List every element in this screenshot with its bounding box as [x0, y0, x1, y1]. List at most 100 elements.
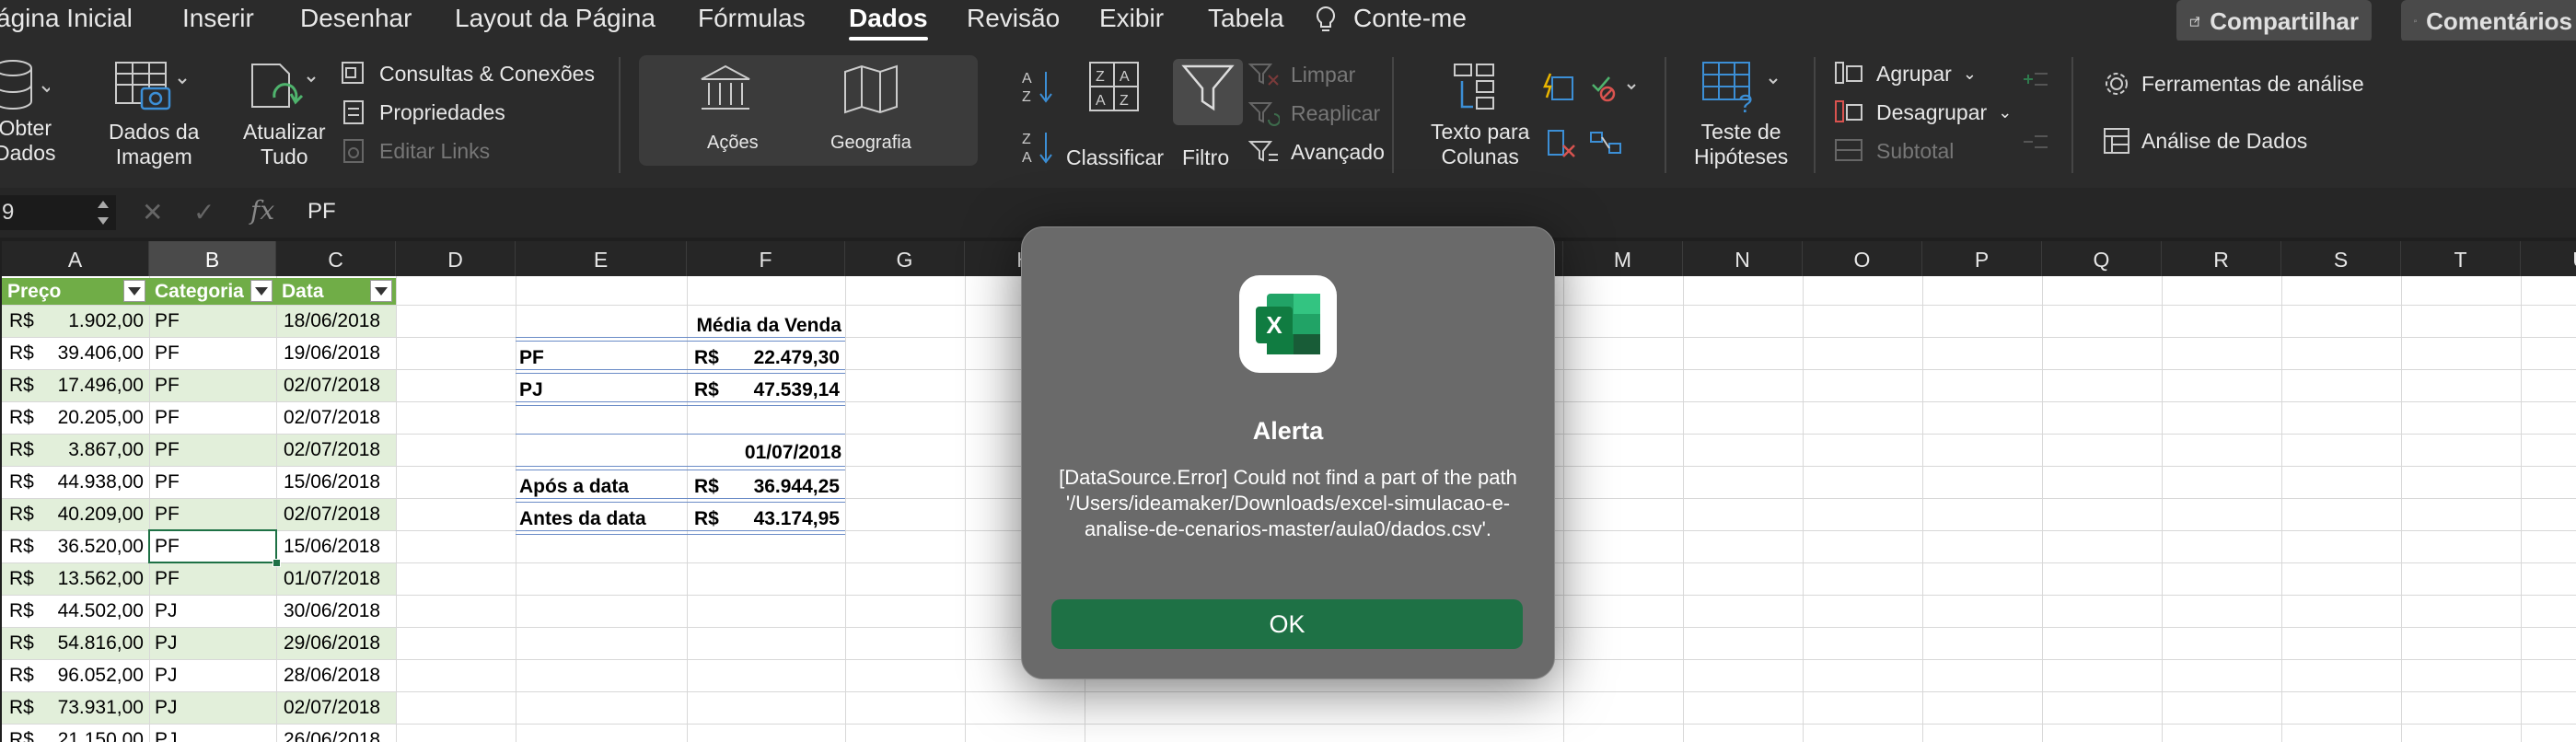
price-cell[interactable]: 73.931,00 [39, 691, 144, 724]
table-header-preco[interactable]: Preço [2, 278, 149, 305]
column-header-d[interactable]: D [396, 241, 516, 276]
hide-detail-button[interactable] [2022, 133, 2049, 156]
text-to-columns-button[interactable]: Texto para Colunas [1425, 61, 1536, 175]
column-header-r[interactable]: R [2162, 241, 2281, 276]
advanced-filter-button[interactable]: Avançado [1248, 138, 1385, 166]
category-cell[interactable]: PJ [155, 595, 178, 627]
remove-duplicates-button[interactable] [1547, 129, 1580, 165]
category-cell[interactable]: PF [155, 401, 180, 434]
price-cell[interactable]: 44.502,00 [39, 595, 144, 627]
ok-button[interactable]: OK [1051, 599, 1523, 649]
tab-conte-me[interactable]: Conte-me [1353, 4, 1467, 33]
subtotal-button[interactable]: Subtotal [1834, 138, 1954, 164]
price-cell[interactable]: 3.867,00 [39, 434, 144, 466]
geography-button[interactable]: Geografia [819, 64, 930, 157]
column-header-o[interactable]: O [1803, 241, 1922, 276]
reapply-button[interactable]: Reaplicar [1248, 99, 1380, 127]
price-currency-cell[interactable]: R$ [9, 691, 34, 724]
category-cell[interactable]: PJ [155, 724, 178, 742]
sort-za-button[interactable]: ZA [1022, 129, 1055, 170]
sort-az-button[interactable]: AZ [1022, 68, 1055, 110]
get-data-button[interactable]: Obter Dados [0, 59, 66, 173]
tab-exibir[interactable]: Exibir [1099, 4, 1164, 33]
ungroup-button[interactable]: Desagrupar ⌄ [1834, 99, 2012, 125]
table-header-categoria[interactable]: Categoria [149, 278, 276, 305]
filter-dropdown-button[interactable] [370, 280, 392, 302]
price-currency-cell[interactable]: R$ [9, 401, 34, 434]
category-cell[interactable]: PF [155, 498, 180, 530]
price-currency-cell[interactable]: R$ [9, 530, 34, 562]
filter-dropdown-button[interactable] [250, 280, 273, 302]
column-header-u[interactable]: U [2521, 241, 2576, 276]
date-cell[interactable]: 02/07/2018 [284, 498, 380, 530]
sort-button[interactable]: Z A A Z Classificar [1066, 61, 1167, 171]
category-cell[interactable]: PF [155, 337, 180, 369]
comments-button[interactable]: Comentários [2401, 0, 2576, 42]
price-cell[interactable]: 44.938,00 [39, 466, 144, 498]
price-currency-cell[interactable]: R$ [9, 562, 34, 595]
filter-button[interactable]: Filtro [1173, 61, 1245, 171]
column-header-c[interactable]: C [276, 241, 396, 276]
column-header-b[interactable]: B [149, 241, 276, 276]
cancel-entry-icon[interactable]: ✕ [142, 197, 163, 227]
fill-handle[interactable] [273, 559, 281, 567]
column-header-e[interactable]: E [516, 241, 687, 276]
column-header-a[interactable]: A [2, 241, 149, 276]
stocks-button[interactable]: Ações [676, 64, 777, 157]
filter-dropdown-button[interactable] [123, 280, 145, 302]
date-cell[interactable]: 02/07/2018 [284, 369, 380, 401]
properties-button[interactable]: Propriedades [341, 99, 505, 125]
category-cell[interactable]: PF [155, 305, 180, 337]
tab-layout-da-pagina[interactable]: Layout da Página [455, 4, 656, 33]
category-cell[interactable]: PJ [155, 627, 178, 659]
price-cell[interactable]: 54.816,00 [39, 627, 144, 659]
date-cell[interactable]: 02/07/2018 [284, 691, 380, 724]
price-cell[interactable]: 39.406,00 [39, 337, 144, 369]
price-currency-cell[interactable]: R$ [9, 659, 34, 691]
confirm-entry-icon[interactable]: ✓ [193, 197, 215, 227]
price-cell[interactable]: 13.562,00 [39, 562, 144, 595]
price-currency-cell[interactable]: R$ [9, 595, 34, 627]
price-currency-cell[interactable]: R$ [9, 434, 34, 466]
date-cell[interactable]: 18/06/2018 [284, 305, 380, 337]
price-cell[interactable]: 96.052,00 [39, 659, 144, 691]
tab-desenhar[interactable]: Desenhar [300, 4, 412, 33]
column-header-t[interactable]: T [2401, 241, 2521, 276]
price-cell[interactable]: 36.520,00 [39, 530, 144, 562]
category-cell[interactable]: PF [155, 562, 180, 595]
group-button[interactable]: Agrupar ⌄ [1834, 61, 1977, 87]
refresh-all-button[interactable]: Atualizar Tudo [241, 61, 333, 175]
tab-inserir[interactable]: Inserir [182, 4, 254, 33]
analysis-tools-button[interactable]: Ferramentas de análise [2103, 70, 2364, 98]
consolidate-button[interactable] [1589, 129, 1626, 165]
insert-function-button[interactable]: fx [250, 195, 274, 226]
edit-links-button[interactable]: Editar Links [341, 138, 490, 164]
date-cell[interactable]: 28/06/2018 [284, 659, 380, 691]
price-cell[interactable]: 1.902,00 [39, 305, 144, 337]
data-validation-button[interactable] [1589, 72, 1641, 108]
name-box-stepper[interactable] [94, 195, 112, 230]
price-currency-cell[interactable]: R$ [9, 466, 34, 498]
column-header-g[interactable]: G [845, 241, 965, 276]
tab-revisao[interactable]: Revisão [967, 4, 1060, 33]
column-header-f[interactable]: F [687, 241, 845, 276]
price-currency-cell[interactable]: R$ [9, 305, 34, 337]
show-detail-button[interactable] [2022, 70, 2049, 93]
tab-dados[interactable]: Dados [849, 4, 928, 41]
price-currency-cell[interactable]: R$ [9, 337, 34, 369]
category-cell[interactable]: PJ [155, 691, 178, 724]
data-analysis-button[interactable]: Análise de Dados [2103, 127, 2307, 155]
price-currency-cell[interactable]: R$ [9, 498, 34, 530]
queries-connections-button[interactable]: Consultas & Conexões [341, 61, 595, 87]
date-cell[interactable]: 02/07/2018 [284, 434, 380, 466]
data-from-picture-button[interactable]: Dados da Imagem [103, 61, 204, 175]
tab-tabela[interactable]: Tabela [1208, 4, 1284, 33]
active-cell[interactable] [148, 529, 277, 563]
date-cell[interactable]: 19/06/2018 [284, 337, 380, 369]
column-header-m[interactable]: M [1563, 241, 1683, 276]
column-header-p[interactable]: P [1922, 241, 2042, 276]
price-cell[interactable]: 17.496,00 [39, 369, 144, 401]
tab-formulas[interactable]: Fórmulas [698, 4, 806, 33]
category-cell[interactable]: PJ [155, 659, 178, 691]
tab-pagina-inicial[interactable]: ágina Inicial [0, 4, 133, 33]
